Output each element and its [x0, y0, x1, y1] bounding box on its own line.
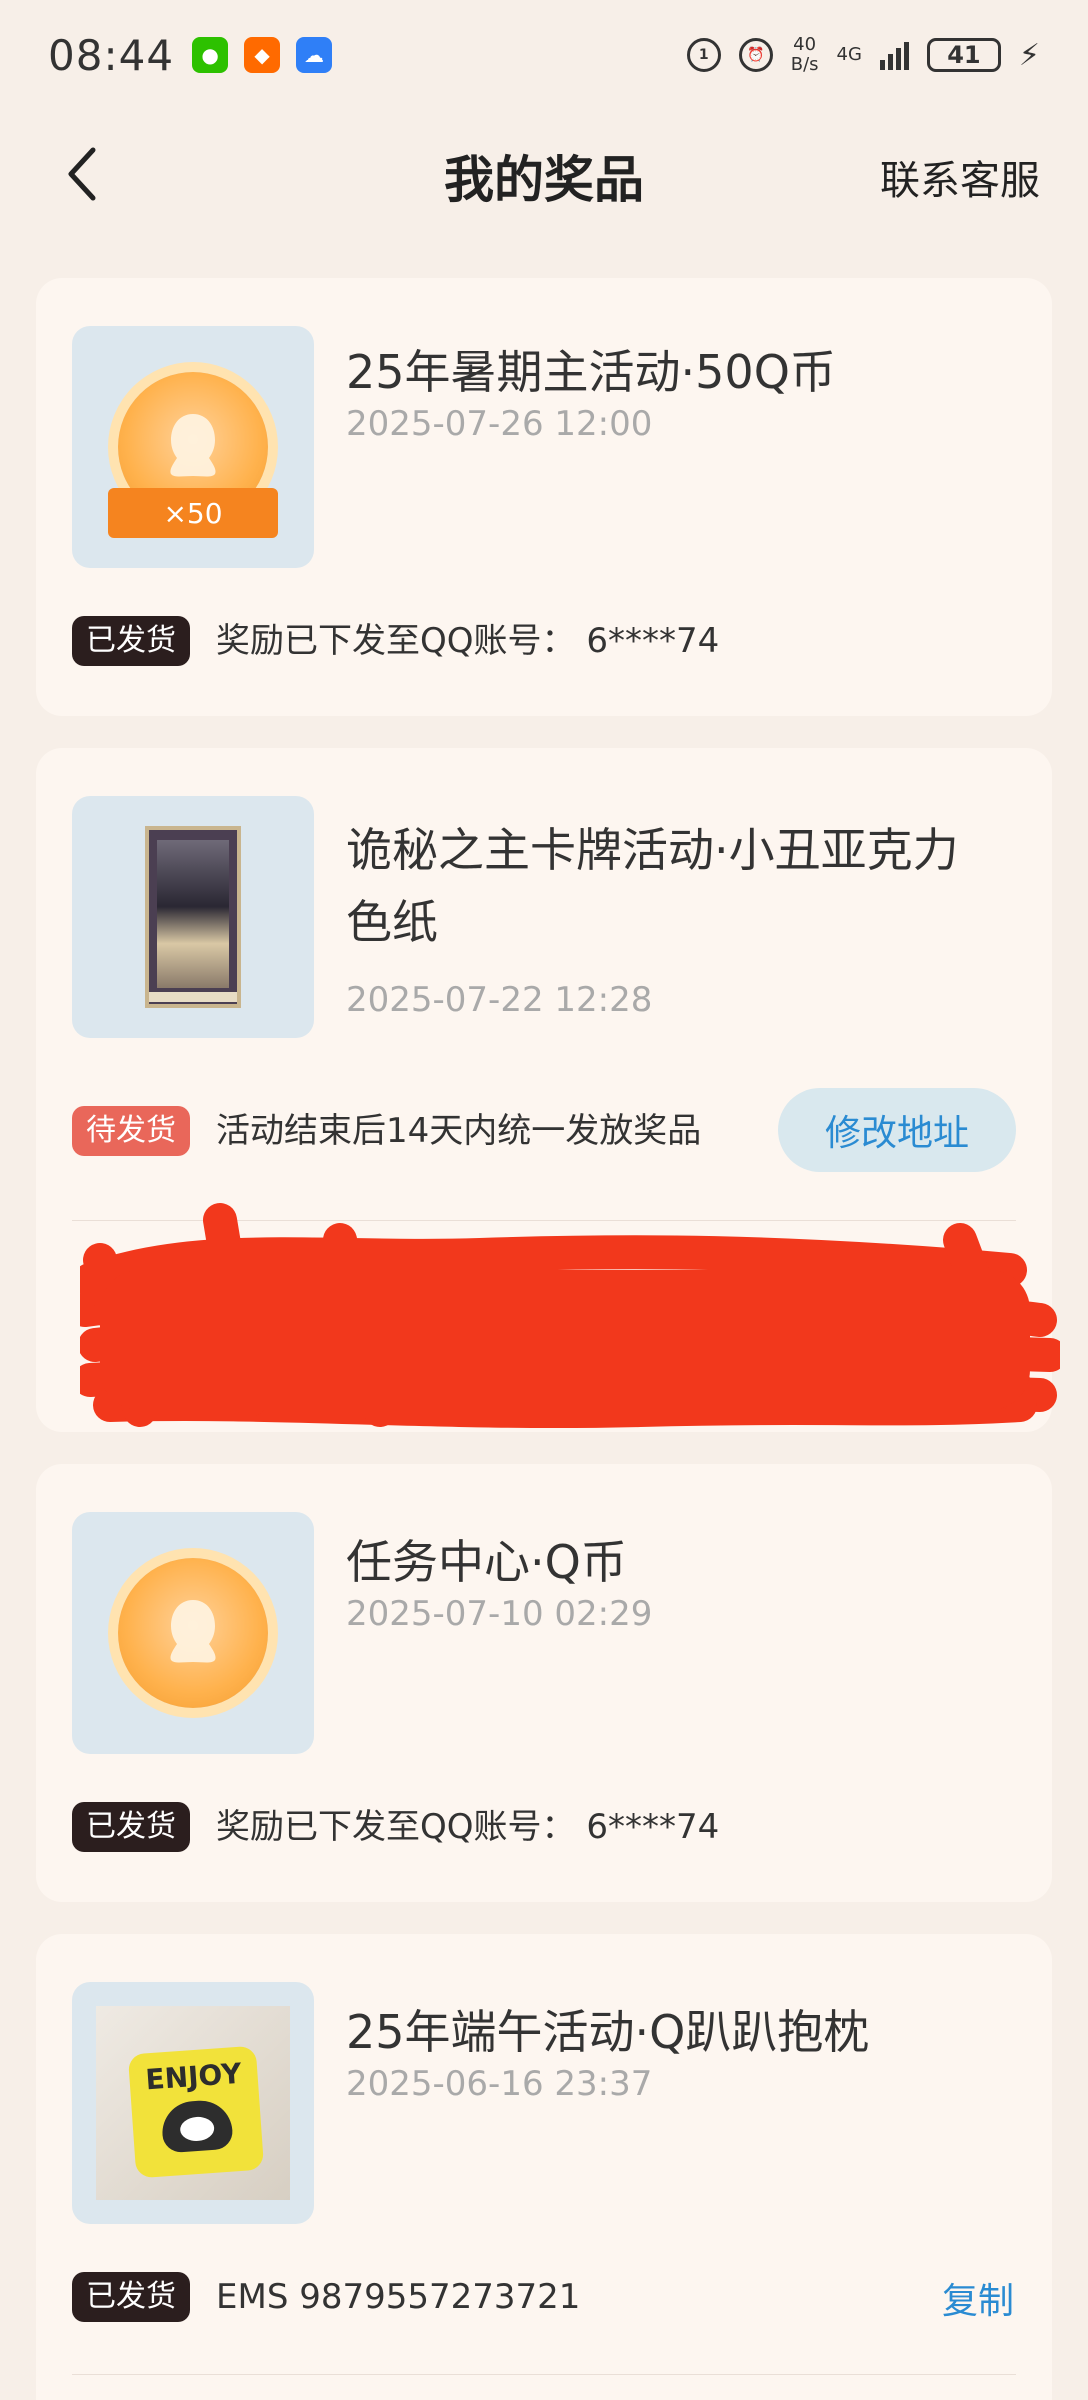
prize-date: 2025-07-26 12:00: [346, 404, 653, 444]
battery-icon: 41: [926, 38, 1001, 72]
weather-icon: ☁: [296, 37, 333, 73]
nav-header: 我的奖品 联系客服: [0, 120, 1088, 230]
prize-date: 2025-07-10 02:29: [346, 1594, 653, 1634]
prize-title: 任务中心·Q币: [346, 1535, 627, 1589]
tarot-card-image: [145, 826, 241, 1008]
prize-date: 2025-06-16 23:37: [346, 2064, 653, 2104]
prize-date: 2025-07-22 12:28: [346, 980, 653, 1020]
prize-title: 25年端午活动·Q趴趴抱枕: [346, 2005, 870, 2059]
status-badge: 已发货: [72, 1802, 190, 1852]
divider: [72, 2374, 1016, 2375]
status-time: 08:44: [48, 30, 175, 80]
notification-icons: ● ◆ ☁: [192, 37, 333, 73]
status-badge: 已发货: [72, 2272, 190, 2322]
charging-icon: ⚡: [1018, 37, 1040, 73]
taobao-icon: ◆: [244, 37, 281, 73]
pillow-image: ENJOY: [96, 2006, 290, 2200]
pillow-text: ENJOY: [144, 2056, 243, 2097]
alarm-icon: ⏰: [738, 38, 773, 72]
quantity-tag: ×50: [108, 488, 278, 538]
sim-icon: 1: [686, 38, 721, 72]
delivery-info: 活动结束后14天内统一发放奖品: [216, 1111, 702, 1151]
prize-thumbnail: ENJOY: [72, 1982, 314, 2224]
copy-button[interactable]: 复制: [942, 2272, 1014, 2324]
prize-card[interactable]: ENJOY 25年端午活动·Q趴趴抱枕 2025-06-16 23:37 已发货…: [36, 1934, 1052, 2400]
prize-thumbnail: ×50: [72, 326, 314, 568]
prize-thumbnail: [72, 1512, 314, 1754]
prize-title: 诡秘之主卡牌活动·小丑亚克力 色纸: [346, 823, 959, 949]
prize-thumbnail: [72, 796, 314, 1038]
prize-card[interactable]: ×50 25年暑期主活动·50Q币 2025-07-26 12:00 已发货 奖…: [36, 278, 1052, 716]
tracking-number: EMS 9879557273721: [216, 2277, 581, 2317]
delivery-info: 奖励已下发至QQ账号： 6****74: [216, 621, 720, 661]
qq-coin-icon: [118, 1558, 268, 1708]
network-type: 4G: [836, 44, 862, 65]
net-speed: 40 B/s: [790, 34, 819, 75]
wechat-icon: ●: [192, 37, 229, 73]
status-badge: 已发货: [72, 616, 190, 666]
signal-icon: [879, 40, 909, 70]
modify-address-button[interactable]: 修改地址: [778, 1088, 1016, 1172]
prize-title: 25年暑期主活动·50Q币: [346, 345, 836, 399]
status-badge: 待发货: [72, 1106, 190, 1156]
redaction-scribble: [80, 1203, 1060, 1429]
status-bar: 08:44 ● ◆ ☁ 1 ⏰ 40 B/s 4G 41 ⚡: [0, 0, 1088, 110]
status-right: 1 ⏰ 40 B/s 4G 41 ⚡: [686, 34, 1040, 75]
delivery-info: 奖励已下发至QQ账号： 6****74: [216, 1807, 720, 1847]
prize-card[interactable]: 任务中心·Q币 2025-07-10 02:29 已发货 奖励已下发至QQ账号：…: [36, 1464, 1052, 1902]
contact-service-button[interactable]: 联系客服: [880, 148, 1040, 206]
